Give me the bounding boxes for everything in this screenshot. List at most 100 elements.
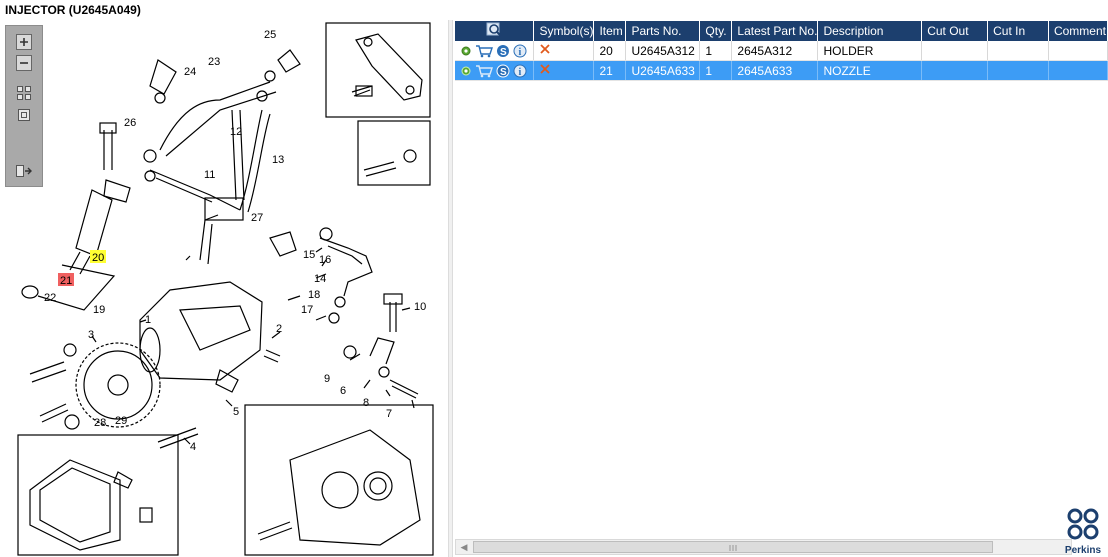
callout-23[interactable]: 23 <box>208 56 220 68</box>
zoom-out-icon <box>16 55 32 71</box>
row-comment-cell[interactable] <box>1048 41 1108 61</box>
column-header-parts-no[interactable]: Parts No. <box>625 21 701 41</box>
callout-14[interactable]: 14 <box>314 273 326 285</box>
svg-text:S: S <box>500 67 507 78</box>
callout-18[interactable]: 18 <box>308 289 320 301</box>
export-button[interactable] <box>14 162 34 180</box>
callout-9[interactable]: 9 <box>324 373 330 385</box>
column-header-comment[interactable]: Comment <box>1048 21 1108 41</box>
square-icon <box>18 109 30 121</box>
cart-icon[interactable] <box>475 64 493 78</box>
column-header-symbols[interactable]: Symbol(s) <box>533 21 595 41</box>
row-parts-no-cell[interactable]: U2645A312 <box>625 41 701 61</box>
callout-3[interactable]: 3 <box>88 329 94 341</box>
zoom-out-button[interactable] <box>14 54 34 72</box>
callout-21[interactable]: 21 <box>60 275 72 287</box>
fit-view-button[interactable] <box>14 84 34 102</box>
scrollbar-thumb[interactable] <box>473 541 993 553</box>
callout-6[interactable]: 6 <box>340 385 346 397</box>
row-latest-part-no-cell[interactable]: 2645A312 <box>731 41 819 61</box>
scroll-left-arrow-icon[interactable]: ◀ <box>457 541 471 553</box>
row-cut-out-cell[interactable] <box>921 60 989 81</box>
exploded-diagram[interactable]: 1 2 3 4 5 6 7 8 9 10 11 12 13 14 15 16 1… <box>0 20 448 557</box>
callout-20[interactable]: 20 <box>92 252 104 264</box>
callout-10[interactable]: 10 <box>414 301 426 313</box>
parts-list-pane: Symbol(s) Item Parts No. Qty. Latest Par… <box>453 20 1108 557</box>
callout-24[interactable]: 24 <box>184 66 196 78</box>
row-qty-cell[interactable]: 1 <box>699 41 733 61</box>
row-parts-no-cell[interactable]: U2645A633 <box>625 60 701 81</box>
brand-name: Perkins <box>1064 545 1102 556</box>
row-description-cell[interactable]: NOZZLE <box>817 60 923 81</box>
zoom-in-icon <box>16 34 32 50</box>
row-latest-part-no-cell[interactable]: 2645A633 <box>731 60 819 81</box>
callout-7[interactable]: 7 <box>386 408 392 420</box>
callout-27[interactable]: 27 <box>251 212 263 224</box>
inset-gasket <box>17 434 179 556</box>
row-qty-cell[interactable]: 1 <box>699 60 733 81</box>
table-header-row: Symbol(s) Item Parts No. Qty. Latest Par… <box>455 21 1108 41</box>
callout-25[interactable]: 25 <box>264 29 276 41</box>
horizontal-scrollbar[interactable]: ◀ <box>455 539 1072 555</box>
inset-bracket <box>325 22 431 118</box>
service-icon[interactable]: S <box>496 64 510 78</box>
callout-13[interactable]: 13 <box>272 154 284 166</box>
row-cut-out-cell[interactable] <box>921 41 989 61</box>
table-row[interactable]: S i 20 U2645A312 1 2645A312 HOLDER <box>455 41 1108 61</box>
callout-26[interactable]: 26 <box>124 117 136 129</box>
callout-5[interactable]: 5 <box>233 406 239 418</box>
row-icons-cell: S i <box>455 41 535 61</box>
table-row-selected[interactable]: S i 21 U2645A633 1 2645A633 NOZZLE <box>455 60 1108 81</box>
callout-1[interactable]: 1 <box>145 314 151 326</box>
service-icon[interactable]: S <box>496 44 510 58</box>
column-header-cut-in[interactable]: Cut In <box>987 21 1049 41</box>
row-symbol-cell[interactable] <box>533 60 595 81</box>
inset-cover <box>244 404 434 556</box>
row-comment-cell[interactable] <box>1048 60 1108 81</box>
gear-icon[interactable] <box>460 65 472 77</box>
window-titlebar: INJECTOR (U2645A049) <box>0 0 1108 21</box>
gear-icon[interactable] <box>460 45 472 57</box>
column-header-qty[interactable]: Qty. <box>699 21 733 41</box>
column-header-item[interactable]: Item <box>593 21 627 41</box>
callout-16[interactable]: 16 <box>319 254 331 266</box>
callout-11[interactable]: 11 <box>204 169 215 181</box>
callout-4[interactable]: 4 <box>190 441 196 453</box>
callout-29[interactable]: 29 <box>115 415 127 427</box>
callout-12[interactable]: 12 <box>230 126 242 138</box>
callout-17[interactable]: 17 <box>301 304 313 316</box>
export-icon <box>16 165 32 177</box>
row-cut-in-cell[interactable] <box>987 41 1049 61</box>
callout-28[interactable]: 28 <box>94 417 106 429</box>
row-icons-cell: S i <box>455 60 535 81</box>
callout-2[interactable]: 2 <box>276 323 282 335</box>
callout-8[interactable]: 8 <box>363 397 369 409</box>
column-header-description[interactable]: Description <box>817 21 923 41</box>
svg-text:i: i <box>519 47 522 58</box>
column-header-latest-part-no[interactable]: Latest Part No. <box>731 21 819 41</box>
callout-19[interactable]: 19 <box>93 304 105 316</box>
diagram-toolbox <box>5 25 43 187</box>
actual-size-button[interactable] <box>14 106 34 124</box>
diagram-pane[interactable]: 1 2 3 4 5 6 7 8 9 10 11 12 13 14 15 16 1… <box>0 20 448 557</box>
row-cut-in-cell[interactable] <box>987 60 1049 81</box>
row-item-cell[interactable]: 20 <box>593 41 627 61</box>
grip-icon <box>729 545 737 551</box>
row-description-cell[interactable]: HOLDER <box>817 41 923 61</box>
column-header-search[interactable] <box>455 21 535 41</box>
row-symbol-cell[interactable] <box>533 41 595 61</box>
zoom-in-button[interactable] <box>14 33 34 51</box>
row-item-cell[interactable]: 21 <box>593 60 627 81</box>
callout-15[interactable]: 15 <box>303 249 315 261</box>
parts-table: Symbol(s) Item Parts No. Qty. Latest Par… <box>455 21 1108 81</box>
info-icon[interactable]: i <box>513 64 527 78</box>
column-header-cut-out[interactable]: Cut Out <box>921 21 989 41</box>
svg-text:S: S <box>500 47 507 58</box>
delete-x-icon[interactable] <box>539 63 551 75</box>
delete-x-icon[interactable] <box>539 43 551 55</box>
search-icon <box>486 22 502 37</box>
perkins-logo-icon <box>1067 508 1099 540</box>
info-icon[interactable]: i <box>513 44 527 58</box>
cart-icon[interactable] <box>475 44 493 58</box>
callout-22[interactable]: 22 <box>44 292 56 304</box>
